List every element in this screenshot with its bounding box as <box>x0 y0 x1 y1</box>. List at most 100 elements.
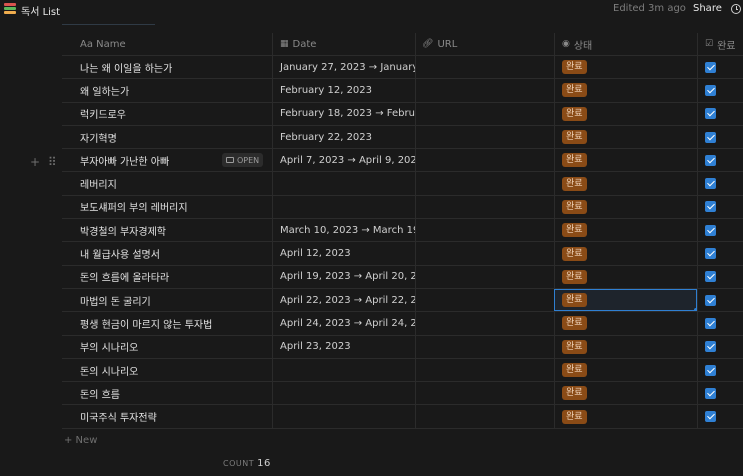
status-cell[interactable]: 완료 <box>554 405 697 428</box>
done-checkbox[interactable] <box>705 178 716 190</box>
status-cell[interactable]: 완료 <box>554 125 697 149</box>
name-cell[interactable]: 마법의 돈 굴리기 <box>62 289 272 311</box>
done-checkbox[interactable] <box>705 271 716 283</box>
table-row[interactable]: 돈의 시나리오 완료 <box>62 358 743 383</box>
date-cell[interactable] <box>272 195 415 219</box>
table-row[interactable]: 레버리지 완료 <box>62 172 743 196</box>
url-cell[interactable] <box>415 149 554 172</box>
table-row[interactable]: 돈의 흐름에 올라타라 April 19, 2023 → April 20, 20… <box>62 265 743 289</box>
table-row[interactable]: 왜 일하는가 February 12, 2023 완료 <box>62 79 743 103</box>
table-row[interactable]: 마법의 돈 굴리기 April 22, 2023 → April 22, 20 완료 <box>62 288 743 313</box>
name-cell[interactable]: 부의 시나리오 <box>62 336 272 358</box>
done-cell[interactable] <box>697 195 743 219</box>
name-cell[interactable]: 돈의 흐름 <box>62 382 272 404</box>
url-cell[interactable] <box>415 195 554 219</box>
done-checkbox[interactable] <box>705 131 716 143</box>
status-cell[interactable]: 완료 <box>554 149 697 172</box>
done-cell[interactable] <box>697 172 743 195</box>
column-header-url[interactable]: 🔗︎ URL <box>415 33 554 55</box>
status-cell[interactable]: 완료 <box>554 56 697 79</box>
column-header-status[interactable]: ◉ 상태 <box>554 33 697 55</box>
status-cell[interactable]: 완료 <box>554 172 697 195</box>
done-cell[interactable] <box>697 405 743 428</box>
done-cell[interactable] <box>697 125 743 149</box>
column-header-date[interactable]: ▦ Date <box>272 33 415 55</box>
name-cell[interactable]: 나는 왜 이일을 하는가 <box>62 56 272 78</box>
status-cell[interactable]: 완료 <box>554 242 697 265</box>
status-cell[interactable]: 완료 <box>554 358 697 382</box>
table-row[interactable]: 내 월급사용 설명서 April 12, 2023 완료 <box>62 242 743 266</box>
history-clock-icon[interactable] <box>731 4 741 14</box>
done-checkbox[interactable] <box>705 294 716 306</box>
name-cell[interactable]: 레버리지 <box>62 172 272 194</box>
url-cell[interactable] <box>415 265 554 288</box>
table-row[interactable]: 평생 현금이 마르지 않는 투자법 April 24, 2023 → April … <box>62 312 743 336</box>
url-cell[interactable] <box>415 56 554 79</box>
url-cell[interactable] <box>415 79 554 102</box>
row-count[interactable]: COUNT 16 <box>223 458 271 469</box>
table-row[interactable]: 보도섀퍼의 부의 레버리지 완료 <box>62 195 743 220</box>
done-checkbox[interactable] <box>705 84 716 96</box>
done-checkbox[interactable] <box>705 248 716 260</box>
date-cell[interactable]: February 22, 2023 <box>272 125 415 149</box>
date-cell[interactable]: April 22, 2023 → April 22, 20 <box>272 288 415 312</box>
name-cell[interactable]: 돈의 시나리오 <box>62 359 272 381</box>
status-cell[interactable]: 완료 <box>554 382 697 405</box>
table-row[interactable]: 돈의 흐름 완료 <box>62 382 743 406</box>
column-header-done[interactable]: ☑ 완료 <box>697 33 743 55</box>
url-cell[interactable] <box>415 405 554 428</box>
table-row[interactable]: 미국주식 투자전략 완료 <box>62 405 743 429</box>
done-checkbox[interactable] <box>705 61 716 73</box>
done-checkbox[interactable] <box>705 201 716 213</box>
name-cell[interactable]: 내 월급사용 설명서 <box>62 242 272 264</box>
name-cell[interactable]: 미국주식 투자전략 <box>62 405 272 427</box>
done-cell[interactable] <box>697 382 743 405</box>
url-cell[interactable] <box>415 242 554 265</box>
done-cell[interactable] <box>697 242 743 265</box>
url-cell[interactable] <box>415 312 554 335</box>
drag-handle-icon[interactable]: ⠿ <box>48 155 57 169</box>
date-cell[interactable] <box>272 172 415 195</box>
url-cell[interactable] <box>415 335 554 358</box>
name-cell[interactable]: 평생 현금이 마르지 않는 투자법 <box>62 312 272 334</box>
date-cell[interactable]: April 24, 2023 → April 24, 20 <box>272 312 415 335</box>
date-cell[interactable] <box>272 382 415 405</box>
date-cell[interactable]: February 18, 2023 → Februar <box>272 102 415 125</box>
url-cell[interactable] <box>415 219 554 242</box>
url-cell[interactable] <box>415 288 554 312</box>
done-checkbox[interactable] <box>705 108 716 120</box>
table-row[interactable]: 부자아빠 가난한 아빠 OPEN April 7, 2023 → April 9, … <box>62 149 743 173</box>
date-cell[interactable]: April 7, 2023 → April 9, 2023 <box>272 149 415 172</box>
table-row[interactable]: 럭키드로우 February 18, 2023 → Februar 완료 <box>62 102 743 126</box>
add-row-icon[interactable]: + <box>30 155 40 169</box>
row-controls[interactable]: + ⠿ <box>30 155 57 169</box>
status-cell[interactable]: 완료 <box>554 79 697 102</box>
date-cell[interactable]: April 19, 2023 → April 20, 20 <box>272 265 415 288</box>
date-cell[interactable]: February 12, 2023 <box>272 79 415 102</box>
done-cell[interactable] <box>697 102 743 125</box>
name-cell[interactable]: 부자아빠 가난한 아빠 OPEN <box>62 149 272 171</box>
column-header-name[interactable]: Aa Name <box>62 33 272 55</box>
done-checkbox[interactable] <box>705 387 716 399</box>
status-cell[interactable]: 완료 <box>554 312 697 335</box>
done-cell[interactable] <box>697 312 743 335</box>
name-cell[interactable]: 왜 일하는가 <box>62 79 272 101</box>
table-row[interactable]: 박경철의 부자경제학 March 10, 2023 → March 19, 완료 <box>62 219 743 243</box>
url-cell[interactable] <box>415 125 554 149</box>
done-checkbox[interactable] <box>705 317 716 329</box>
date-cell[interactable] <box>272 405 415 428</box>
date-cell[interactable]: April 12, 2023 <box>272 242 415 265</box>
table-row[interactable]: 부의 시나리오 April 23, 2023 완료 <box>62 335 743 359</box>
date-cell[interactable]: April 23, 2023 <box>272 335 415 358</box>
done-checkbox[interactable] <box>705 411 716 423</box>
table-row[interactable]: 자기혁명 February 22, 2023 완료 <box>62 125 743 150</box>
done-cell[interactable] <box>697 288 743 312</box>
share-button[interactable]: Share <box>693 3 722 14</box>
page-title[interactable]: 독서 List <box>21 3 60 18</box>
done-cell[interactable] <box>697 56 743 79</box>
table-row[interactable]: 나는 왜 이일을 하는가 January 27, 2023 → January 완료 <box>62 56 743 80</box>
done-cell[interactable] <box>697 219 743 242</box>
open-row-button[interactable]: OPEN <box>222 153 264 168</box>
done-checkbox[interactable] <box>705 364 716 376</box>
name-cell[interactable]: 돈의 흐름에 올라타라 <box>62 266 272 288</box>
